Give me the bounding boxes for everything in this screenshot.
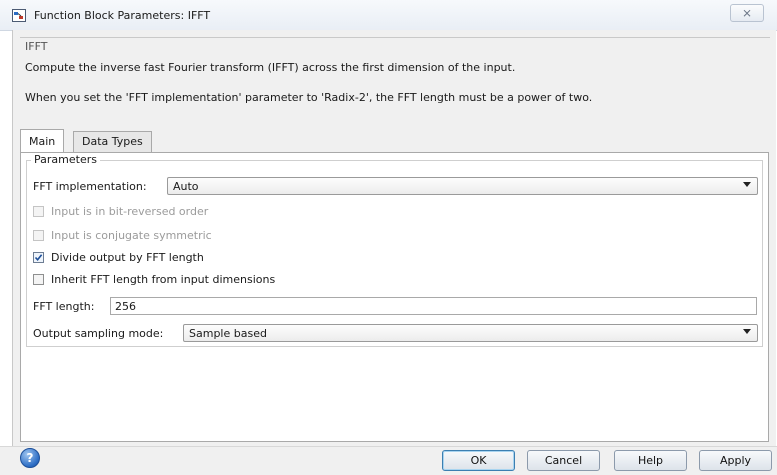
window-title: Function Block Parameters: IFFT — [34, 9, 211, 22]
checkmark-icon — [34, 254, 43, 262]
block-description: IFFT Compute the inverse fast Fourier tr… — [20, 40, 760, 114]
checkbox-label: Inherit FFT length from input dimensions — [51, 273, 276, 286]
fft-length-value: 256 — [115, 300, 136, 313]
app-icon — [12, 9, 26, 22]
checkbox-label: Input is in bit-reversed order — [51, 205, 209, 218]
parameters-group-label: Parameters — [31, 153, 100, 166]
output-sampling-mode-select[interactable]: Sample based — [183, 324, 758, 342]
dropdown-arrow-icon — [743, 329, 751, 334]
fft-implementation-label: FFT implementation: — [33, 180, 147, 193]
close-icon[interactable]: ⨯ — [730, 4, 764, 22]
output-sampling-mode-label: Output sampling mode: — [33, 327, 164, 340]
block-name: IFFT — [25, 40, 48, 53]
description-line-2: When you set the 'FFT implementation' pa… — [25, 91, 593, 104]
dropdown-arrow-icon — [743, 182, 751, 187]
tab-label: Data Types — [82, 135, 143, 148]
fft-implementation-select[interactable]: Auto — [167, 177, 758, 195]
tab-data-types[interactable]: Data Types — [73, 131, 152, 152]
ok-button[interactable]: OK — [442, 450, 515, 471]
apply-button[interactable]: Apply — [699, 450, 772, 471]
checkbox-label: Divide output by FFT length — [51, 251, 204, 264]
title-bar: Function Block Parameters: IFFT ⨯ — [0, 0, 777, 31]
output-sampling-mode-value: Sample based — [189, 327, 267, 340]
checkbox-box[interactable] — [33, 274, 44, 285]
cancel-button[interactable]: Cancel — [527, 450, 600, 471]
checkbox-box[interactable] — [33, 252, 44, 263]
help-icon[interactable]: ? — [20, 448, 40, 468]
separator — [20, 37, 770, 38]
fft-length-label: FFT length: — [33, 300, 95, 313]
description-line-1: Compute the inverse fast Fourier transfo… — [25, 61, 516, 74]
fft-length-input[interactable]: 256 — [110, 297, 757, 315]
checkbox-box — [33, 206, 44, 217]
tab-main[interactable]: Main — [20, 129, 65, 153]
help-button[interactable]: Help — [614, 450, 687, 471]
tab-label: Main — [29, 135, 56, 148]
fft-implementation-value: Auto — [173, 180, 199, 193]
checkbox-label: Input is conjugate symmetric — [51, 229, 212, 242]
checkbox-box — [33, 230, 44, 241]
